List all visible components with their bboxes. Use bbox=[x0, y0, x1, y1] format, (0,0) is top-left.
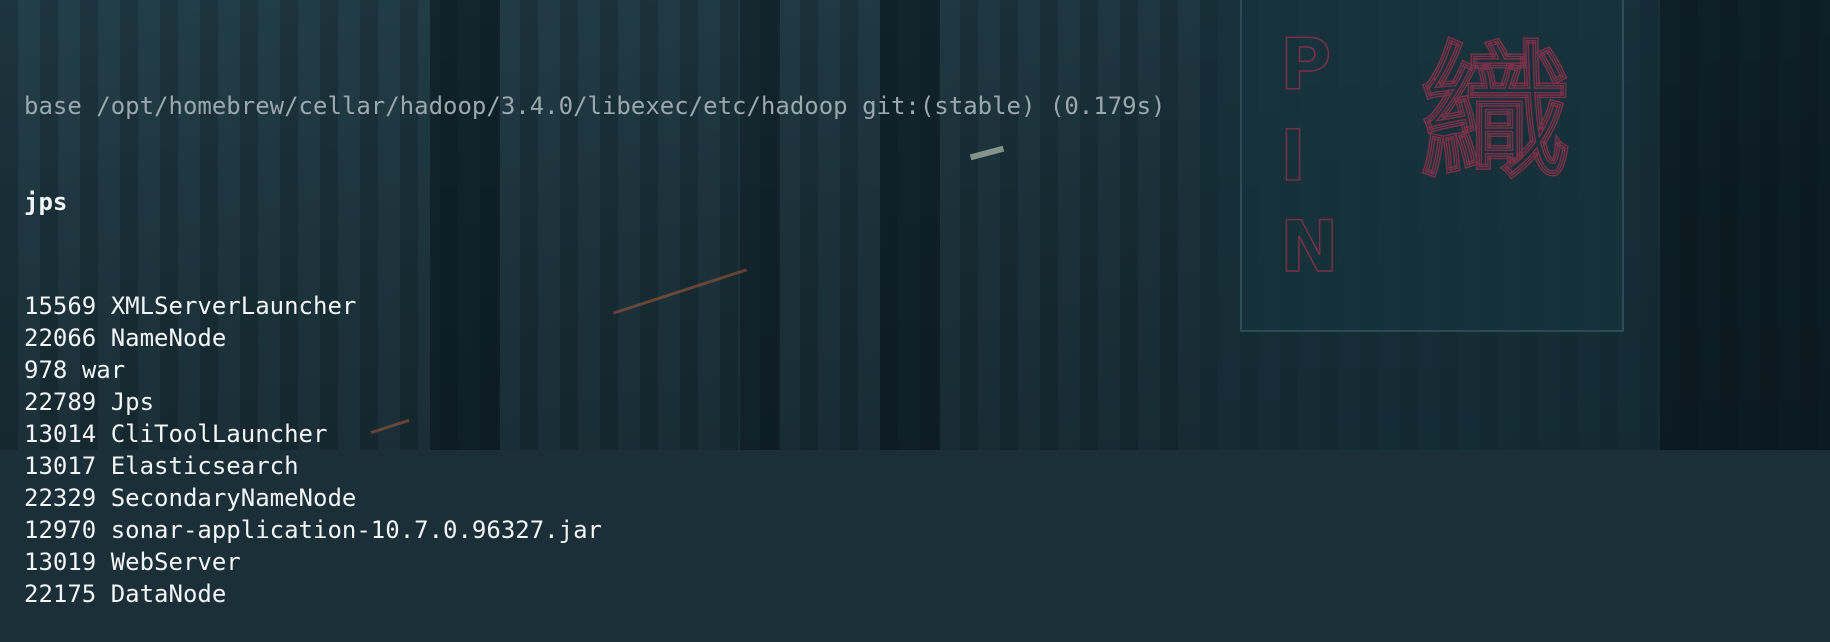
process-name: Jps bbox=[110, 388, 155, 416]
process-name: SecondaryNameNode bbox=[110, 484, 357, 512]
process-line: 13019 WebServer bbox=[24, 546, 1166, 578]
process-name: DataNode bbox=[110, 580, 227, 608]
prompt-env: base bbox=[24, 92, 82, 120]
terminal-output[interactable]: base /opt/homebrew/cellar/hadoop/3.4.0/l… bbox=[24, 26, 1166, 642]
process-name: NameNode bbox=[110, 324, 227, 352]
process-line: 12970 sonar-application-10.7.0.96327.jar bbox=[24, 514, 1166, 546]
background-neon-sign: PIN bbox=[1279, 23, 1339, 289]
process-pid: 15569 bbox=[24, 292, 97, 320]
prompt-path: /opt/homebrew/cellar/hadoop/3.4.0/libexe… bbox=[96, 92, 848, 120]
process-line: 978 war bbox=[24, 354, 1166, 386]
process-pid: 12970 bbox=[24, 516, 97, 544]
process-name: Elasticsearch bbox=[110, 452, 299, 480]
process-name: XMLServerLauncher bbox=[110, 292, 357, 320]
process-line: 22175 DataNode bbox=[24, 578, 1166, 610]
process-line: 13017 Elasticsearch bbox=[24, 450, 1166, 482]
process-name: war bbox=[81, 356, 126, 384]
process-pid: 22175 bbox=[24, 580, 97, 608]
process-line: 22329 SecondaryNameNode bbox=[24, 482, 1166, 514]
process-name: WebServer bbox=[110, 548, 241, 576]
process-pid: 22329 bbox=[24, 484, 97, 512]
process-line: 13014 CliToolLauncher bbox=[24, 418, 1166, 450]
prompt-git-branch: git:(stable) bbox=[862, 92, 1036, 120]
background-neon-sign: 織 bbox=[1419, 28, 1571, 202]
process-line: 22066 NameNode bbox=[24, 322, 1166, 354]
process-pid: 13019 bbox=[24, 548, 97, 576]
process-line: 15569 XMLServerLauncher bbox=[24, 290, 1166, 322]
process-line: 22789 Jps bbox=[24, 386, 1166, 418]
process-pid: 13014 bbox=[24, 420, 97, 448]
process-pid: 22789 bbox=[24, 388, 97, 416]
process-pid: 22066 bbox=[24, 324, 97, 352]
prompt-duration: (0.179s) bbox=[1049, 92, 1166, 120]
process-pid: 13017 bbox=[24, 452, 97, 480]
command-output: 15569 XMLServerLauncher 22066 NameNode 978… bbox=[24, 290, 1166, 610]
process-name: sonar-application-10.7.0.96327.jar bbox=[110, 516, 602, 544]
command-input[interactable]: jps bbox=[24, 186, 1166, 218]
background-pillar bbox=[1660, 0, 1830, 450]
process-name: CliToolLauncher bbox=[110, 420, 328, 448]
shell-prompt: base /opt/homebrew/cellar/hadoop/3.4.0/l… bbox=[24, 90, 1166, 122]
process-pid: 978 bbox=[24, 356, 68, 384]
